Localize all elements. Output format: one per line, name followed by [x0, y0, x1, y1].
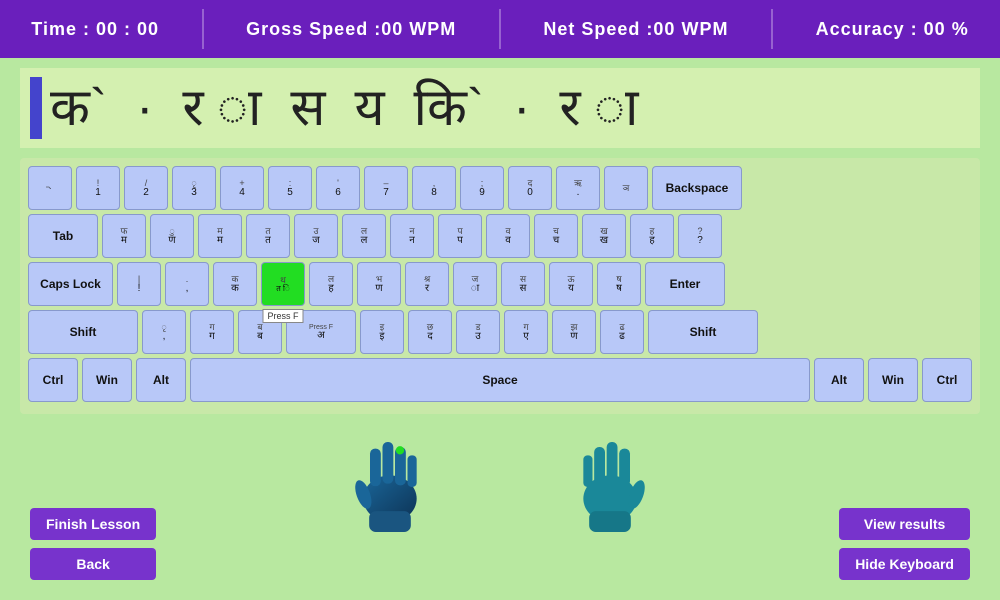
keyboard: ॒` !1 /2 ृ3 +4 :5 '6 –7 ,8 ;9 द0 ऋ. ञ Ba…: [20, 158, 980, 414]
backspace-key[interactable]: Backspace: [652, 166, 742, 210]
right-win-key[interactable]: Win: [868, 358, 918, 402]
left-win-key[interactable]: Win: [82, 358, 132, 402]
right-hand-icon: [560, 432, 660, 532]
key-b[interactable]: इइ: [360, 310, 404, 354]
key-5[interactable]: :5: [268, 166, 312, 210]
key-quote[interactable]: षष: [597, 262, 641, 306]
key-h[interactable]: भण: [357, 262, 401, 306]
right-alt-key[interactable]: Alt: [814, 358, 864, 402]
stat-divider-1: [202, 9, 204, 49]
bottom-right-buttons: View results Hide Keyboard: [839, 508, 970, 580]
key-row-2: Tab फम ुण मम तत उज लल नन पप वव चच खख हह …: [28, 214, 972, 258]
back-button[interactable]: Back: [30, 548, 156, 580]
key-p[interactable]: चच: [534, 214, 578, 258]
key-8[interactable]: ,8: [412, 166, 456, 210]
key-s[interactable]: .,: [165, 262, 209, 306]
key-j[interactable]: श्रर: [405, 262, 449, 306]
key-row-1: ॒` !1 /2 ृ3 +4 :5 '6 –7 ,8 ;9 द0 ऋ. ञ Ba…: [28, 166, 972, 210]
key-x[interactable]: गग: [190, 310, 234, 354]
key-d[interactable]: कक: [213, 262, 257, 306]
key-7[interactable]: –7: [364, 166, 408, 210]
key-row-3: Caps Lock |! ., कक थत ि Press F लह भण श्…: [28, 262, 972, 306]
key-r[interactable]: तत: [246, 214, 290, 258]
right-shift-key[interactable]: Shift: [648, 310, 758, 354]
key-2[interactable]: /2: [124, 166, 168, 210]
key-f[interactable]: थत ि Press F: [261, 262, 305, 306]
key-backslash[interactable]: ??: [678, 214, 722, 258]
key-o[interactable]: वव: [486, 214, 530, 258]
caps-lock-key[interactable]: Caps Lock: [28, 262, 113, 306]
view-results-button[interactable]: View results: [839, 508, 970, 540]
space-key[interactable]: Space: [190, 358, 810, 402]
time-stat: Time : 00 : 00: [31, 19, 159, 40]
key-l[interactable]: सस: [501, 262, 545, 306]
key-0[interactable]: द0: [508, 166, 552, 210]
left-shift-key[interactable]: Shift: [28, 310, 138, 354]
key-k[interactable]: जा: [453, 262, 497, 306]
key-a[interactable]: |!: [117, 262, 161, 306]
net-speed-stat: Net Speed :00 WPM: [543, 19, 728, 40]
lesson-text: क` · र ा स य कि` · र ा: [50, 82, 638, 134]
left-hand-icon: [340, 432, 440, 532]
tab-key[interactable]: Tab: [28, 214, 98, 258]
key-i[interactable]: पप: [438, 214, 482, 258]
key-m[interactable]: डउ: [456, 310, 500, 354]
enter-key[interactable]: Enter: [645, 262, 725, 306]
key-6[interactable]: '6: [316, 166, 360, 210]
key-u[interactable]: नन: [390, 214, 434, 258]
key-row-4: Shift ृ, गग बब Press Fअ इइ छद डउ गए झण ढ…: [28, 310, 972, 354]
text-cursor: [30, 77, 42, 139]
text-display: क` · र ा स य कि` · र ा: [20, 68, 980, 148]
key-comma[interactable]: गए: [504, 310, 548, 354]
key-backtick[interactable]: ॒`: [28, 166, 72, 210]
key-equals[interactable]: ञ: [604, 166, 648, 210]
key-row-5: Ctrl Win Alt Space Alt Win Ctrl: [28, 358, 972, 402]
key-4[interactable]: +4: [220, 166, 264, 210]
finish-lesson-button[interactable]: Finish Lesson: [30, 508, 156, 540]
key-t[interactable]: उज: [294, 214, 338, 258]
stat-divider-3: [771, 9, 773, 49]
key-g[interactable]: लह: [309, 262, 353, 306]
key-minus[interactable]: ऋ.: [556, 166, 600, 210]
key-3[interactable]: ृ3: [172, 166, 216, 210]
press-f-tooltip: Press F: [262, 309, 303, 323]
key-q[interactable]: फम: [102, 214, 146, 258]
key-e[interactable]: मम: [198, 214, 242, 258]
key-9[interactable]: ;9: [460, 166, 504, 210]
bottom-left-buttons: Finish Lesson Back: [30, 508, 156, 580]
key-1[interactable]: !1: [76, 166, 120, 210]
key-n[interactable]: छद: [408, 310, 452, 354]
stat-divider-2: [499, 9, 501, 49]
gross-speed-stat: Gross Speed :00 WPM: [246, 19, 456, 40]
key-period[interactable]: झण: [552, 310, 596, 354]
stats-bar: Time : 00 : 00 Gross Speed :00 WPM Net S…: [0, 0, 1000, 58]
hide-keyboard-button[interactable]: Hide Keyboard: [839, 548, 970, 580]
key-lbracket[interactable]: खख: [582, 214, 626, 258]
key-y[interactable]: लल: [342, 214, 386, 258]
key-z[interactable]: ृ,: [142, 310, 186, 354]
accuracy-stat: Accuracy : 00 %: [816, 19, 969, 40]
key-rbracket[interactable]: हह: [630, 214, 674, 258]
left-alt-key[interactable]: Alt: [136, 358, 186, 402]
key-w[interactable]: ुण: [150, 214, 194, 258]
key-slash[interactable]: ढढ: [600, 310, 644, 354]
key-semicolon[interactable]: ऊय: [549, 262, 593, 306]
right-ctrl-key[interactable]: Ctrl: [922, 358, 972, 402]
left-ctrl-key[interactable]: Ctrl: [28, 358, 78, 402]
